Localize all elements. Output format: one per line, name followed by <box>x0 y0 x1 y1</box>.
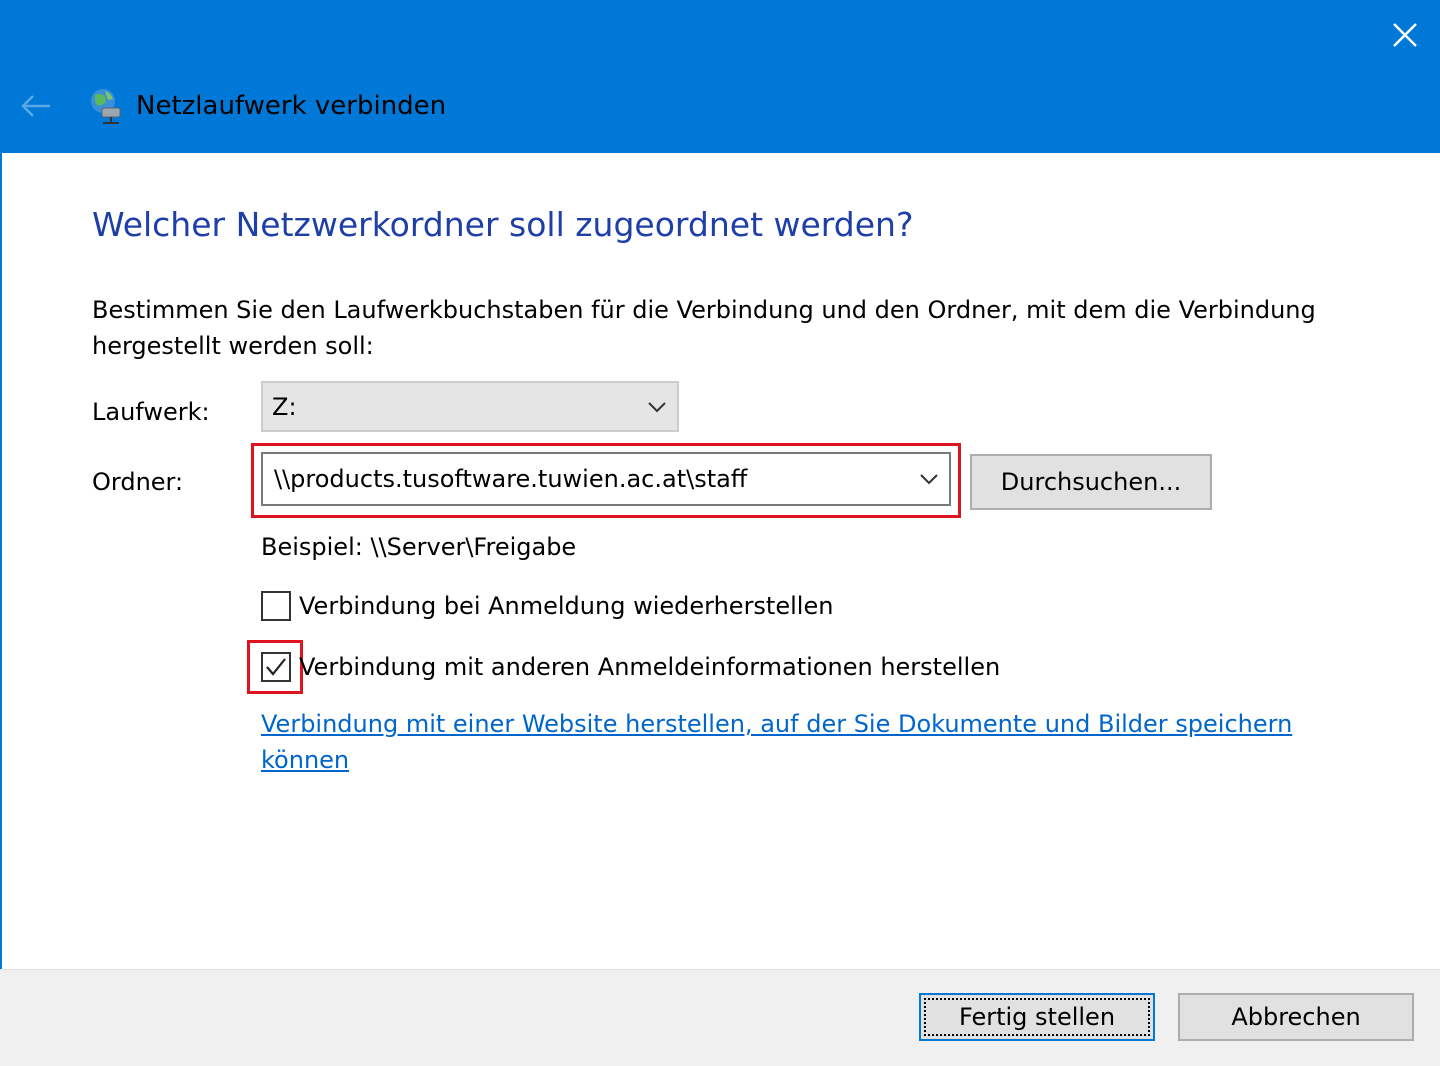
title-bar: Netzlaufwerk verbinden <box>0 0 1440 153</box>
folder-value: \\products.tusoftware.tuwien.ac.at\staff <box>274 465 748 493</box>
close-button[interactable] <box>1370 0 1440 70</box>
back-arrow-icon <box>21 95 50 117</box>
credentials-highlight-box <box>247 640 303 694</box>
window-title: Netzlaufwerk verbinden <box>136 91 447 121</box>
chevron-down-icon[interactable] <box>919 471 939 487</box>
drive-select[interactable]: Z: <box>261 381 679 432</box>
example-text: Beispiel: \\Server\Freigabe <box>261 533 577 561</box>
reconnect-checkbox-label[interactable]: Verbindung bei Anmeldung wiederherstelle… <box>299 589 833 623</box>
page-heading: Welcher Netzwerkordner soll zugeordnet w… <box>92 205 914 244</box>
window-border <box>0 153 2 1065</box>
network-drive-icon <box>91 89 121 124</box>
website-link[interactable]: Verbindung mit einer Website herstellen,… <box>261 706 1351 778</box>
close-icon <box>1393 23 1417 47</box>
cancel-button[interactable]: Abbrechen <box>1178 993 1414 1041</box>
finish-button[interactable]: Fertig stellen <box>919 993 1155 1041</box>
instruction-text: Bestimmen Sie den Laufwerkbuchstaben für… <box>92 296 1316 360</box>
drive-label: Laufwerk: <box>92 398 210 426</box>
credentials-checkbox-label[interactable]: Verbindung mit anderen Anmeldeinformatio… <box>299 650 1000 684</box>
browse-button[interactable]: Durchsuchen... <box>970 454 1212 510</box>
folder-input[interactable]: \\products.tusoftware.tuwien.ac.at\staff <box>261 452 951 506</box>
drive-value: Z: <box>272 392 297 421</box>
back-button[interactable] <box>16 86 56 126</box>
folder-label: Ordner: <box>92 468 184 496</box>
chevron-down-icon <box>648 401 666 412</box>
reconnect-checkbox[interactable] <box>261 591 291 621</box>
